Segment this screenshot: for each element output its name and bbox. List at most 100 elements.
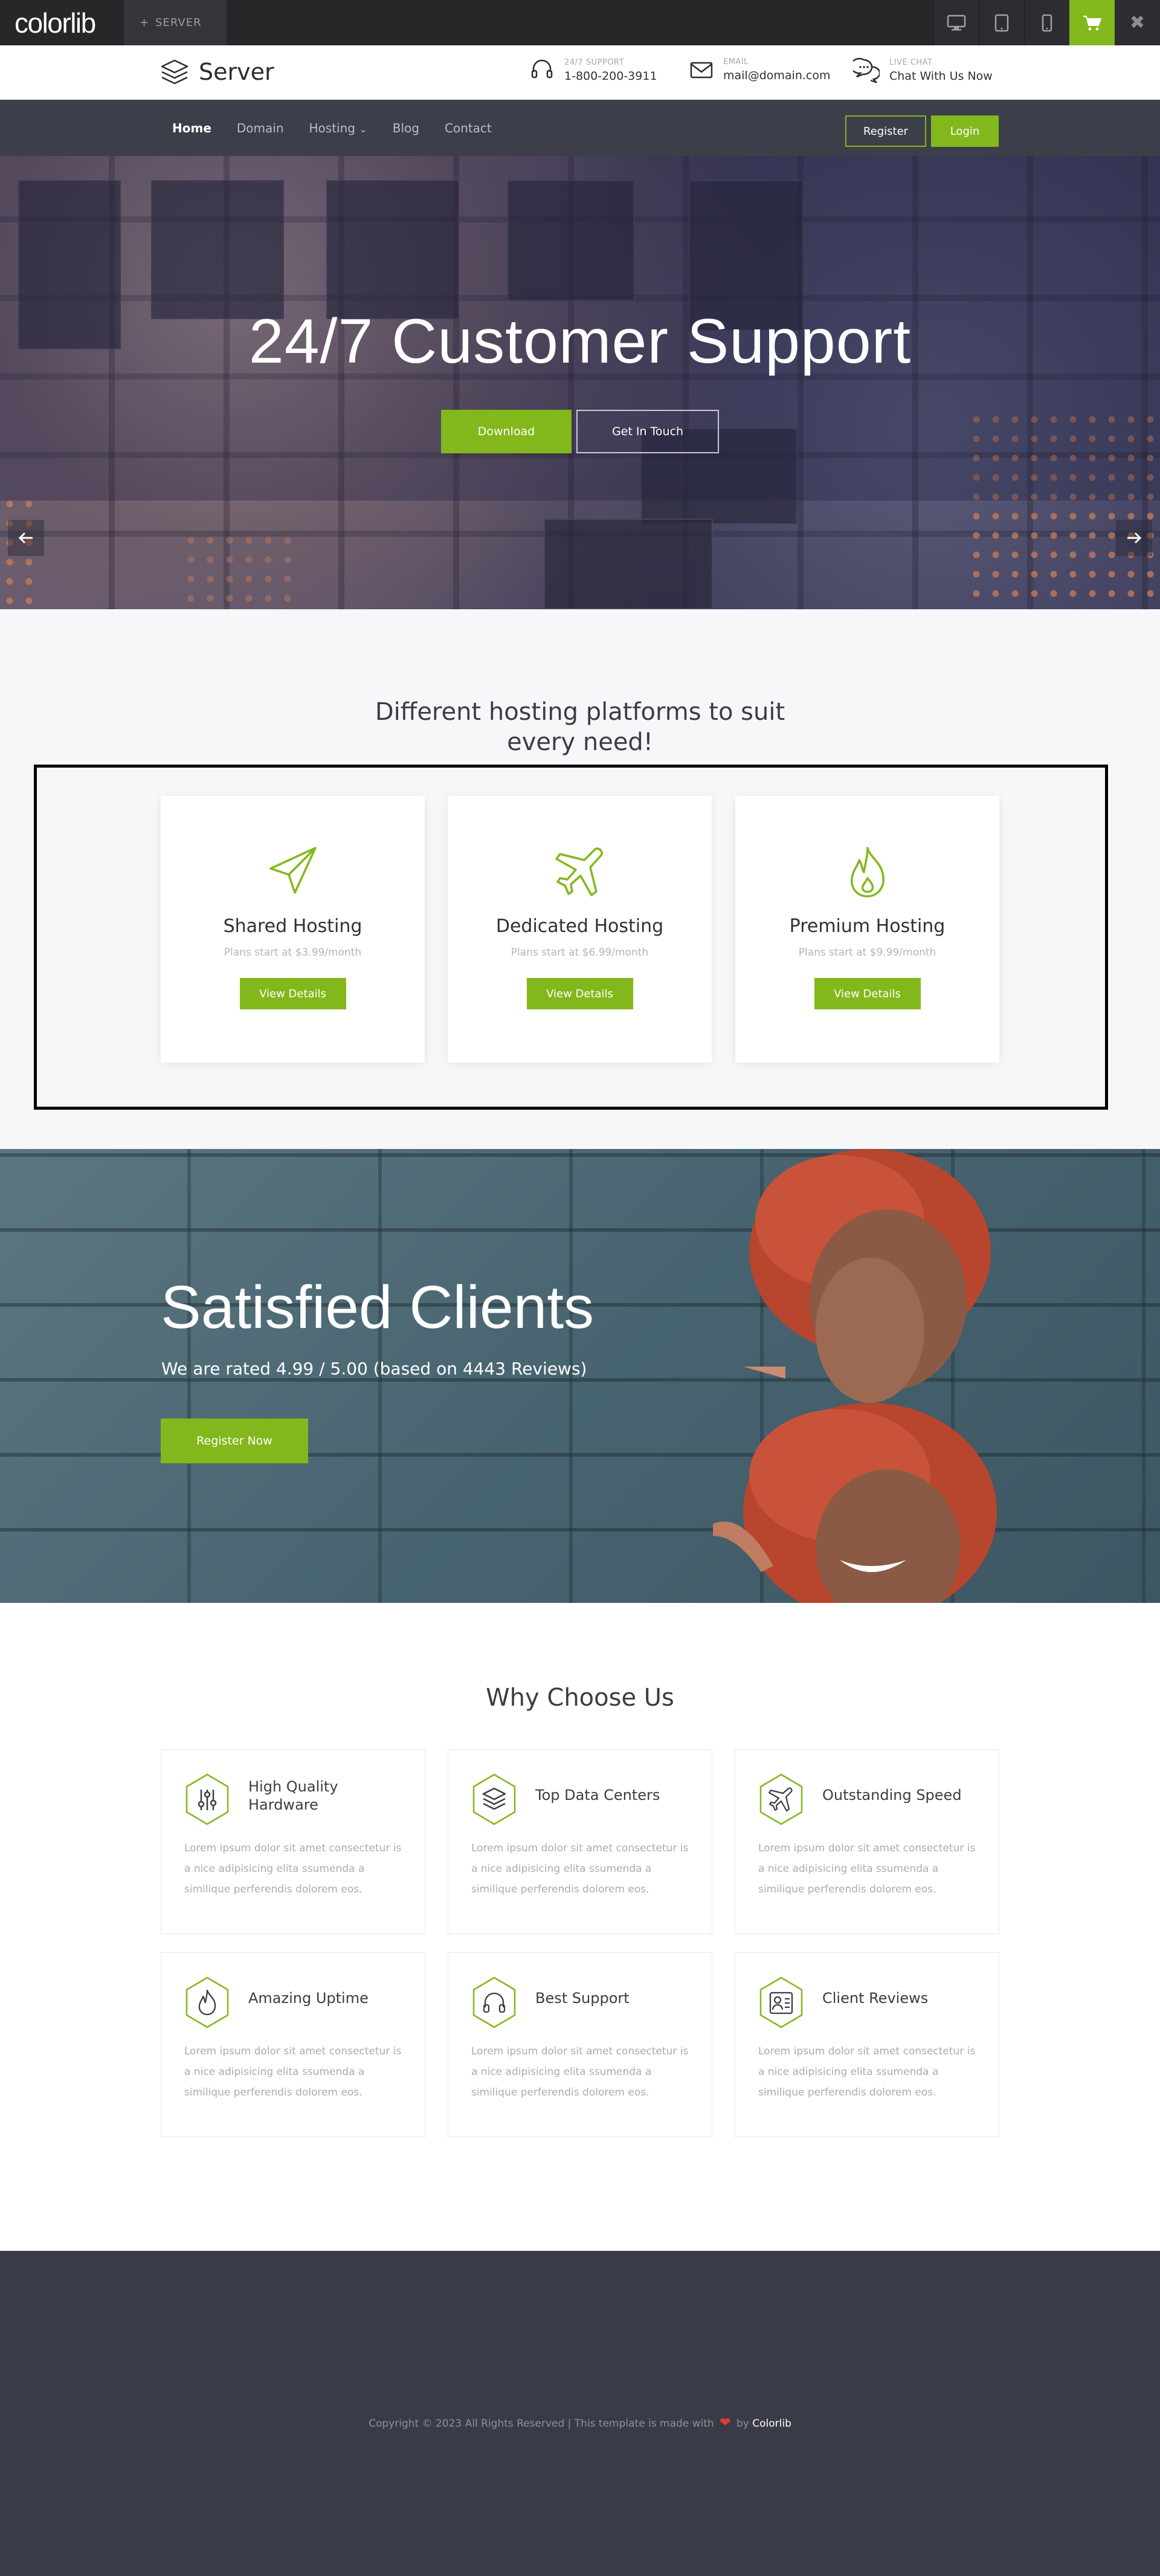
close-preview-button[interactable]: ✖ (1115, 0, 1160, 45)
chat-contact[interactable]: LIVE CHAT Chat With Us Now (853, 57, 993, 83)
feature-title: Amazing Uptime (248, 1990, 369, 2007)
email-contact[interactable]: EMAIL mail@domain.com (689, 57, 831, 82)
flame-icon (850, 847, 884, 898)
feature-card: Outstanding Speed Lorem ipsum dolor sit … (735, 1749, 999, 1934)
hero-slider: 24/7 Customer Support Download Get In To… (0, 156, 1160, 609)
feature-title: Outstanding Speed (822, 1787, 962, 1804)
hero-cta: Download Get In Touch (0, 410, 1160, 453)
airplane-icon (555, 847, 603, 896)
view-details-button[interactable]: View Details (814, 978, 921, 1009)
nav-item-hosting[interactable]: Hosting ⌄ (309, 121, 367, 135)
device-switcher: ✖ (933, 0, 1160, 45)
preview-bar: colorlib + SERVER ✖ (0, 0, 1160, 45)
chevron-down-icon: ⌄ (359, 123, 367, 135)
feature-title: Client Reviews (822, 1990, 929, 2007)
cart-icon (1083, 15, 1101, 30)
nav-item-home[interactable]: Home (172, 121, 211, 135)
slider-next-button[interactable] (1116, 520, 1152, 556)
tablet-icon (994, 14, 1009, 31)
why-heading: Why Choose Us (486, 1684, 674, 1712)
email-label: EMAIL (723, 57, 749, 66)
card-price: Plans start at $6.99/month (511, 947, 649, 959)
card-price: Plans start at $3.99/month (224, 947, 362, 959)
nav-item-domain[interactable]: Domain (237, 121, 284, 135)
chat-bubbles-icon (853, 57, 880, 83)
nav-item-hosting-label: Hosting (309, 120, 355, 135)
feature-card: Top Data Centers Lorem ipsum dolor sit a… (448, 1749, 712, 1934)
mobile-icon (1042, 14, 1052, 31)
preview-tab-label: SERVER (155, 16, 202, 29)
shared-hosting-card: Shared Hosting Plans start at $3.99/mont… (161, 796, 425, 1063)
slider-prev-button[interactable] (8, 520, 44, 556)
satisfied-clients-section: Satisfied Clients We are rated 4.99 / 5.… (0, 1149, 1160, 1603)
clients-title: Satisfied Clients (161, 1273, 594, 1341)
platforms-heading-line1: Different hosting platforms to suit (375, 698, 785, 726)
circuit-pins (181, 531, 302, 603)
layers-logo-icon (161, 59, 188, 85)
feature-description: Lorem ipsum dolor sit amet consectetur i… (184, 1842, 402, 1895)
sliders-icon (185, 1773, 229, 1825)
tablet-view-button[interactable] (979, 0, 1024, 45)
flame-icon (185, 1976, 229, 2028)
paper-plane-icon (269, 847, 317, 894)
feature-title: Best Support (535, 1990, 630, 2007)
chat-link: Chat With Us Now (889, 69, 993, 83)
site-footer: Copyright © 2023 All Rights Reserved | T… (0, 2251, 1160, 2576)
login-button[interactable]: Login (931, 115, 999, 147)
support-phone: 1-800-200-3911 (564, 69, 657, 83)
feature-description: Lorem ipsum dolor sit amet consectetur i… (758, 1842, 976, 1895)
dedicated-hosting-card: Dedicated Hosting Plans start at $6.99/m… (448, 796, 712, 1063)
feature-title: Top Data Centers (535, 1787, 660, 1804)
copyright-by: by (736, 2418, 749, 2430)
woman-figure-lower (713, 1403, 997, 1603)
platforms-heading: Different hosting platforms to suit every… (0, 697, 1160, 757)
card-title: Premium Hosting (789, 916, 946, 937)
preview-tab[interactable]: + SERVER (124, 0, 227, 45)
desktop-view-button[interactable] (933, 0, 979, 45)
main-nav: Home Domain Hosting ⌄ Blog Contact Regis… (0, 100, 1160, 156)
feature-card: Client Reviews Lorem ipsum dolor sit ame… (735, 1952, 999, 2137)
buy-button[interactable] (1069, 0, 1115, 45)
smiling-woman-photo (713, 1149, 997, 1603)
download-button[interactable]: Download (441, 410, 572, 453)
view-details-button[interactable]: View Details (526, 978, 633, 1009)
email-address: mail@domain.com (723, 69, 831, 82)
get-in-touch-button[interactable]: Get In Touch (576, 410, 719, 453)
mobile-view-button[interactable] (1024, 0, 1069, 45)
hosting-platforms-section: Different hosting platforms to suit every… (0, 609, 1160, 1149)
view-details-button[interactable]: View Details (239, 978, 346, 1009)
logo-text: colorlib (14, 7, 96, 39)
card-price: Plans start at $9.99/month (798, 947, 936, 959)
auth-buttons: Register Login (845, 115, 999, 147)
author-link[interactable]: Colorlib (752, 2418, 791, 2430)
hero-title: 24/7 Customer Support (248, 306, 912, 377)
support-contact[interactable]: 24/7 SUPPORT 1-800-200-3911 (529, 57, 657, 83)
brand-name: Server (199, 59, 274, 85)
close-icon: ✖ (1129, 12, 1146, 33)
clients-rating: We are rated 4.99 / 5.00 (based on 4443 … (161, 1359, 587, 1379)
register-now-button[interactable]: Register Now (161, 1419, 308, 1463)
site-brand[interactable]: Server (160, 59, 274, 85)
desktop-icon (947, 15, 966, 30)
feature-description: Lorem ipsum dolor sit amet consectetur i… (184, 2045, 402, 2099)
user-list-icon (759, 1976, 803, 2028)
airplane-icon (759, 1773, 803, 1825)
colorlib-logo[interactable]: colorlib (0, 0, 124, 45)
feature-description: Lorem ipsum dolor sit amet consectetur i… (471, 2045, 689, 2099)
platforms-heading-line2: every need! (507, 728, 653, 756)
site-header: Server 24/7 SUPPORT 1-800-200-3911 EMAIL… (0, 45, 1160, 100)
copyright: Copyright © 2023 All Rights Reserved | T… (0, 2415, 1160, 2430)
copyright-text: Copyright © 2023 All Rights Reserved | T… (369, 2418, 714, 2430)
card-title: Shared Hosting (223, 916, 362, 937)
nav-menu: Home Domain Hosting ⌄ Blog Contact (172, 100, 492, 156)
register-button[interactable]: Register (845, 115, 926, 147)
premium-hosting-card: Premium Hosting Plans start at $9.99/mon… (735, 796, 999, 1063)
nav-item-blog[interactable]: Blog (393, 121, 419, 135)
nav-item-contact[interactable]: Contact (445, 121, 492, 135)
why-choose-us-section: Why Choose Us High Quality Hardware Lore… (0, 1603, 1160, 2251)
arrow-right-icon (1127, 532, 1142, 544)
feature-card: High Quality Hardware Lorem ipsum dolor … (161, 1749, 425, 1934)
plus-icon: + (140, 16, 150, 29)
heart-icon: ❤ (720, 2415, 731, 2430)
envelope-icon (690, 62, 713, 78)
